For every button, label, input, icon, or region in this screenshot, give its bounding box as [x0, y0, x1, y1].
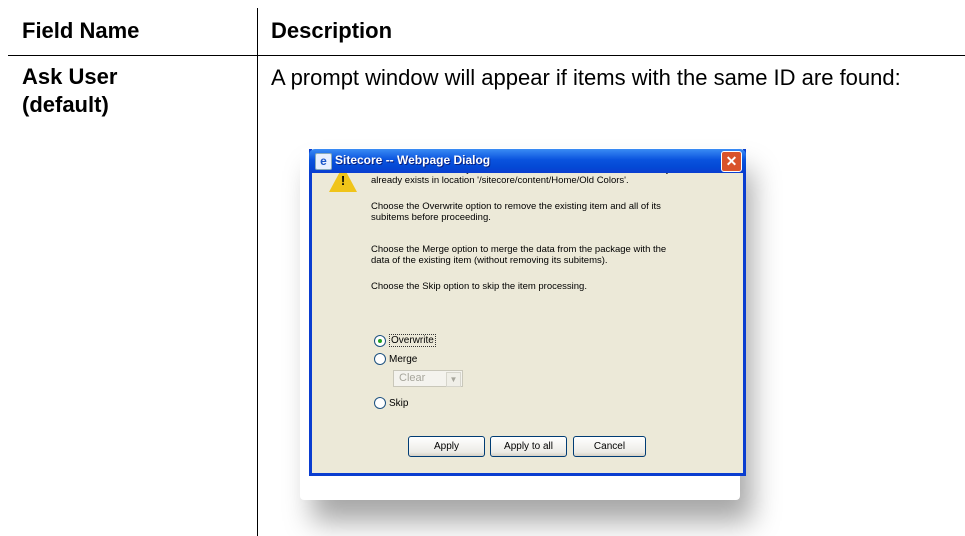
radio-merge-label[interactable]: Merge [389, 354, 417, 365]
radio-overwrite-circle[interactable] [374, 334, 386, 347]
dialog-titlebar[interactable]: e Sitecore -- Webpage Dialog ✕ [309, 149, 746, 173]
message-merge: Choose the Merge option to merge the dat… [371, 244, 731, 266]
radio-merge[interactable]: Merge [374, 353, 417, 365]
column-divider [257, 8, 258, 536]
header-description: Description [271, 18, 393, 43]
radio-overwrite-label[interactable]: Overwrite [389, 334, 436, 347]
message-overwrite: Choose the Overwrite option to remove th… [371, 201, 731, 223]
merge-select-value: Clear [399, 372, 426, 384]
message-line: data of the existing item (without remov… [371, 255, 608, 266]
warning-exclamation: ! [340, 173, 346, 188]
radio-skip[interactable]: Skip [374, 397, 408, 409]
radio-merge-circle[interactable] [374, 353, 386, 365]
field-cell: Ask User (default) [22, 63, 117, 119]
cancel-button[interactable]: Cancel [573, 436, 646, 457]
header-divider [8, 55, 965, 56]
dialog-title: Sitecore -- Webpage Dialog [335, 153, 491, 167]
message-line: Choose the Overwrite option to remove th… [371, 201, 661, 212]
close-button[interactable]: ✕ [721, 151, 742, 172]
field-name-line2: (default) [22, 92, 109, 117]
apply-button[interactable]: Apply [408, 436, 485, 457]
browser-icon: e [315, 153, 332, 170]
radio-skip-label[interactable]: Skip [389, 398, 408, 409]
radio-overwrite[interactable]: Overwrite [374, 334, 436, 347]
field-name-line1: Ask User [22, 64, 118, 89]
message-skip: Choose the Skip option to skip the item … [371, 281, 587, 292]
webpage-dialog: ! Item with the same id '{A7FBF2AB-D2F1-… [309, 149, 746, 476]
message-line: already exists in location '/sitecore/co… [371, 175, 629, 186]
merge-select: Clear ▼ [393, 370, 463, 387]
description-cell: A prompt window will appear if items wit… [271, 65, 901, 90]
message-line: subitems before proceeding. [371, 212, 491, 223]
chevron-down-icon: ▼ [446, 372, 461, 387]
apply-to-all-button[interactable]: Apply to all [490, 436, 567, 457]
radio-skip-circle[interactable] [374, 397, 386, 409]
message-line: Choose the Merge option to merge the dat… [371, 244, 667, 255]
header-field-name: Field Name [22, 18, 140, 43]
